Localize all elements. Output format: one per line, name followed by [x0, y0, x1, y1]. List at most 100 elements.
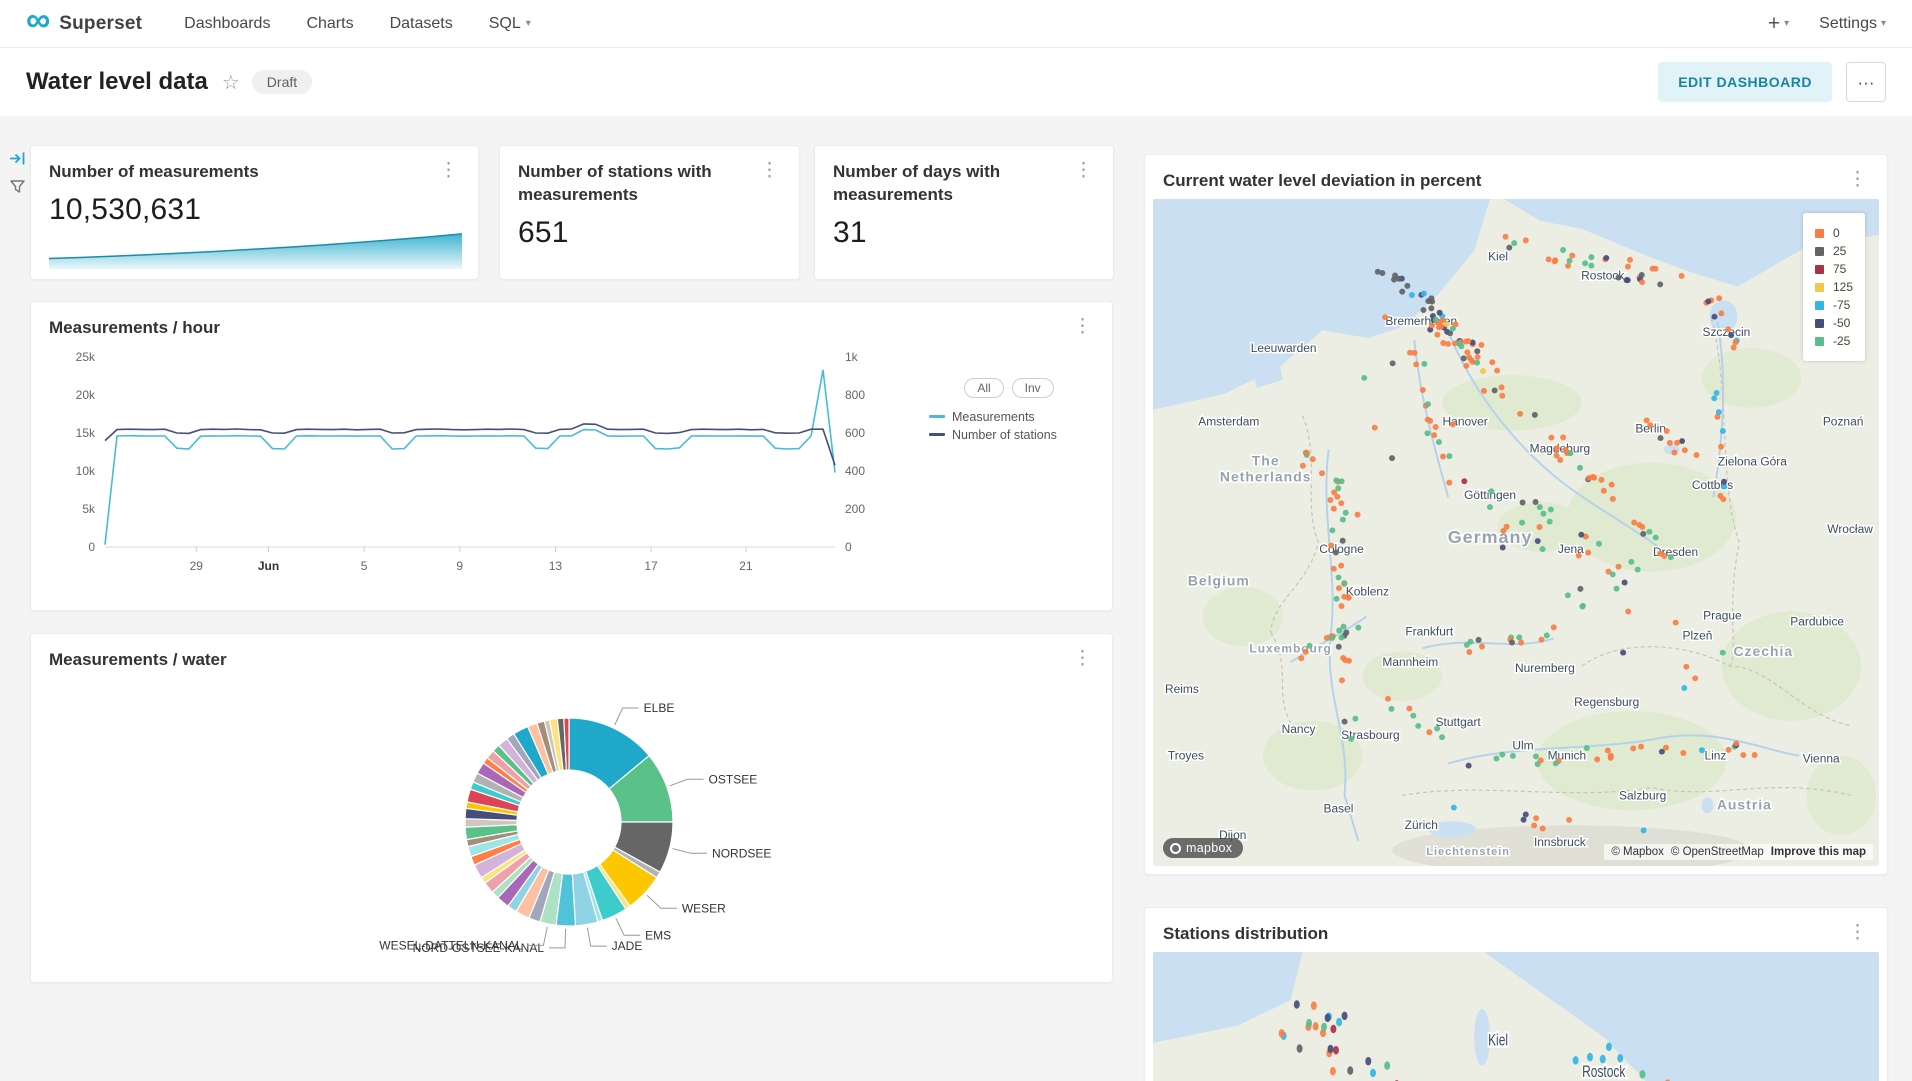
- chart-menu-icon[interactable]: ⋮: [437, 161, 460, 180]
- chart-menu-icon[interactable]: ⋮: [758, 161, 781, 180]
- map-legend: 0 25 75 125 -75 -50 -25: [1803, 213, 1865, 361]
- superset-logo[interactable]: ∞ Superset: [26, 13, 142, 35]
- chart-menu-icon[interactable]: ⋮: [1071, 649, 1094, 668]
- station-dot: [1733, 740, 1739, 746]
- nav-charts[interactable]: Charts: [306, 15, 353, 33]
- city-label: Zürich: [1405, 818, 1438, 832]
- map-legend-row[interactable]: -75: [1815, 298, 1853, 312]
- kpi-card-days: Number of days with measurements ⋮ 31: [814, 145, 1114, 280]
- deviation-map[interactable]: TheNetherlandsBelgiumLuxembourgGermanyCz…: [1153, 199, 1879, 866]
- city-label: Reims: [1165, 682, 1199, 696]
- station-dot: [1640, 531, 1646, 537]
- map-legend-row[interactable]: 25: [1815, 244, 1853, 258]
- station-dot: [1610, 571, 1616, 577]
- filter-funnel-icon[interactable]: [9, 178, 26, 195]
- legend-label: 75: [1833, 262, 1846, 276]
- svg-text:1k: 1k: [845, 350, 859, 364]
- chart-menu-icon[interactable]: ⋮: [1846, 923, 1869, 942]
- station-dot: [1428, 305, 1434, 311]
- station-dot: [1450, 421, 1456, 427]
- station-dot: [1544, 632, 1550, 638]
- station-dot: [1716, 409, 1722, 415]
- legend-label: Number of stations: [952, 428, 1057, 442]
- station-dot: [1330, 1067, 1336, 1076]
- chart-menu-icon[interactable]: ⋮: [1846, 170, 1869, 189]
- station-dot: [1639, 279, 1645, 285]
- nav-sql[interactable]: SQL▾: [489, 15, 531, 33]
- svg-text:5k: 5k: [82, 502, 96, 516]
- kpi-card-stations: Number of stations with measurements ⋮ 6…: [499, 145, 800, 280]
- draft-badge: Draft: [252, 70, 312, 94]
- station-dot: [1297, 1044, 1303, 1053]
- svg-text:15k: 15k: [76, 426, 96, 440]
- city-label: Cologne: [1319, 542, 1364, 556]
- station-dot: [1425, 417, 1431, 423]
- map-legend-row[interactable]: 125: [1815, 280, 1853, 294]
- edit-dashboard-button[interactable]: EDIT DASHBOARD: [1658, 62, 1832, 102]
- station-dot: [1639, 272, 1645, 278]
- station-dot: [1421, 361, 1427, 367]
- donut-label-elbe: ELBE: [644, 701, 675, 715]
- svg-text:21: 21: [739, 559, 753, 573]
- station-dot: [1463, 363, 1469, 369]
- city-label: Wrocław: [1827, 522, 1873, 536]
- station-dot: [1300, 463, 1306, 469]
- station-dot: [1673, 620, 1679, 626]
- nav-datasets[interactable]: Datasets: [390, 15, 453, 33]
- station-dot: [1576, 553, 1582, 559]
- dashboard-more-button[interactable]: ···: [1846, 62, 1886, 102]
- map-legend-row[interactable]: 75: [1815, 262, 1853, 276]
- favorite-star-icon[interactable]: ☆: [222, 70, 240, 95]
- legend-swatch: [1815, 301, 1824, 310]
- station-dot: [1410, 713, 1416, 719]
- station-dot: [1533, 499, 1539, 505]
- station-dot: [1328, 1045, 1334, 1054]
- mapbox-logo[interactable]: mapbox: [1163, 838, 1243, 858]
- station-dot: [1461, 355, 1467, 361]
- legend-swatch: [929, 433, 945, 436]
- station-dot: [1598, 477, 1604, 483]
- line-chart-plot[interactable]: 05k10k15k20k25k02004006008001k29Jun59131…: [35, 342, 915, 592]
- station-dot: [1674, 440, 1680, 446]
- station-dot: [1635, 567, 1641, 573]
- stations-map[interactable]: KielRostock: [1153, 952, 1879, 1081]
- osm-attribution-link[interactable]: © OpenStreetMap: [1671, 846, 1764, 858]
- settings-menu[interactable]: Settings ▾: [1819, 15, 1886, 33]
- legend-entry[interactable]: Number of stations: [929, 428, 1103, 442]
- improve-map-link[interactable]: Improve this map: [1771, 846, 1866, 858]
- station-dot: [1355, 625, 1361, 631]
- station-dot: [1333, 477, 1339, 483]
- expand-filters-icon[interactable]: [9, 150, 26, 167]
- station-dot: [1560, 247, 1566, 253]
- station-dot: [1341, 580, 1347, 586]
- station-dot: [1338, 603, 1344, 609]
- legend-inv-button[interactable]: Inv: [1012, 378, 1054, 398]
- chart-menu-icon[interactable]: ⋮: [1072, 161, 1095, 180]
- mapbox-attribution-link[interactable]: © Mapbox: [1611, 846, 1664, 858]
- legend-label: 25: [1833, 244, 1846, 258]
- legend-entry[interactable]: Measurements: [929, 410, 1103, 424]
- station-dot: [1630, 745, 1636, 751]
- map-legend-row[interactable]: -25: [1815, 334, 1853, 348]
- station-dot: [1519, 520, 1525, 526]
- legend-all-button[interactable]: All: [964, 378, 1003, 398]
- station-dot: [1361, 375, 1367, 381]
- station-dot: [1390, 360, 1396, 366]
- station-dot: [1440, 453, 1446, 459]
- station-dot: [1365, 1057, 1371, 1066]
- chart-menu-icon[interactable]: ⋮: [1071, 317, 1094, 336]
- map-legend-row[interactable]: 0: [1815, 226, 1853, 240]
- legend-label: Measurements: [952, 410, 1035, 424]
- donut-chart[interactable]: ELBEOSTSEENORDSEEWESEREMSJADENORD-OSTSEE…: [49, 672, 1096, 964]
- station-dot: [1342, 1012, 1348, 1021]
- station-dot: [1657, 551, 1663, 557]
- country-label: Czechia: [1733, 643, 1793, 659]
- station-dot: [1336, 644, 1342, 650]
- city-label: Basel: [1324, 801, 1354, 815]
- station-dot: [1641, 827, 1647, 833]
- station-dot: [1609, 482, 1615, 488]
- map-legend-row[interactable]: -50: [1815, 316, 1853, 330]
- new-item-menu[interactable]: + ▾: [1768, 13, 1789, 34]
- city-label: Regensburg: [1574, 695, 1639, 709]
- nav-dashboards[interactable]: Dashboards: [184, 15, 270, 33]
